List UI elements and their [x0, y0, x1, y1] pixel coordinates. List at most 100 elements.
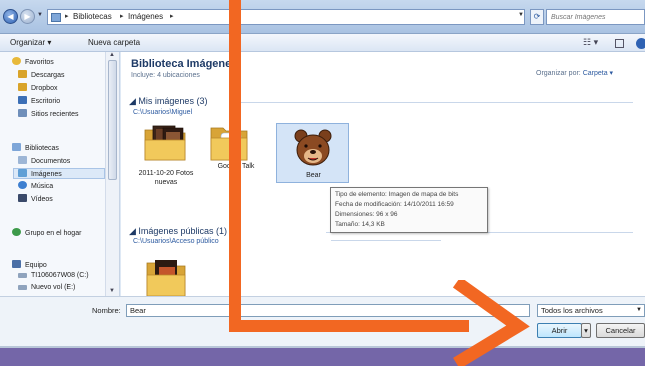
- sidebar-item-escritorio[interactable]: Escritorio: [18, 96, 60, 107]
- breadcrumb-bibliotecas[interactable]: Bibliotecas: [73, 12, 112, 21]
- breadcrumb-separator-icon[interactable]: ▸: [170, 12, 174, 20]
- tooltip-type: Tipo de elemento: Imagen de mapa de bits: [335, 191, 459, 198]
- download-folder-icon: [18, 70, 27, 78]
- sidebar-item-documentos[interactable]: Documentos: [18, 156, 70, 167]
- sidebar-item-label: Nuevo vol (E:): [31, 284, 76, 291]
- sidebar-item-label: Documentos: [31, 158, 71, 165]
- address-field[interactable]: ▸ Bibliotecas ▸ Imágenes ▸: [47, 9, 525, 25]
- organize-label: Organizar: [10, 38, 46, 47]
- group-name: Mis imágenes (3): [138, 96, 208, 106]
- sidebar-item-label: Favoritos: [25, 59, 54, 66]
- file-type-filter[interactable]: Todos los archivos ▼: [537, 304, 645, 317]
- arrange-by-dropdown[interactable]: Carpeta ▾: [583, 70, 613, 77]
- sidebar-item-sitios-recientes[interactable]: Sitios recientes: [18, 109, 78, 120]
- sidebar-item-drive-e[interactable]: Nuevo vol (E:): [18, 284, 75, 295]
- open-options-dropdown-icon[interactable]: ▾: [581, 323, 591, 338]
- library-locations-link[interactable]: Incluye: 4 ubicaciones: [131, 72, 200, 79]
- annotation-bar-horizontal: [229, 320, 469, 332]
- sidebar-item-label: Música: [31, 183, 54, 190]
- group-divider: [331, 240, 441, 241]
- navigation-pane: Favoritos Descargas Dropbox Escritorio S…: [0, 52, 120, 296]
- address-bar-area: ◀ ▶ ▼ ▸ Bibliotecas ▸ Imágenes ▸ ▼ ⟳: [0, 0, 645, 34]
- pictures-icon: [18, 169, 27, 177]
- sidebar-item-favoritos[interactable]: Favoritos: [12, 57, 54, 68]
- group-header-imagenes-publicas[interactable]: ◢ Imágenes públicas (1): [129, 226, 227, 237]
- sidebar-item-label: Equipo: [25, 262, 47, 269]
- sidebar-item-label: TI106067W08 (C:): [31, 272, 89, 279]
- computer-icon: [12, 260, 21, 268]
- help-icon[interactable]: [636, 38, 645, 49]
- breadcrumb-separator-icon[interactable]: ▸: [65, 12, 69, 20]
- drive-icon: [18, 273, 27, 278]
- bear-image-item[interactable]: Bear: [276, 123, 349, 183]
- tooltip-modified: Fecha de modificación: 14/10/2011 16:59: [335, 201, 454, 208]
- sidebar-item-musica[interactable]: Música: [18, 181, 53, 192]
- sidebar-scrollbar[interactable]: ▲ ▼: [105, 52, 119, 296]
- sidebar-item-label: Descargas: [31, 72, 65, 79]
- recent-places-icon: [18, 109, 27, 117]
- videos-icon: [18, 194, 27, 202]
- group-name: Imágenes públicas (1): [138, 226, 227, 236]
- sidebar-item-descargas[interactable]: Descargas: [18, 70, 64, 81]
- address-dropdown-icon[interactable]: ▼: [518, 12, 524, 18]
- photo-folder-icon[interactable]: [143, 124, 187, 162]
- open-file-dialog: ◀ ▶ ▼ ▸ Bibliotecas ▸ Imágenes ▸ ▼ ⟳ Org…: [0, 0, 645, 348]
- arrange-by-label: Organizar por:: [536, 70, 581, 77]
- scroll-down-icon[interactable]: ▼: [109, 288, 115, 294]
- homegroup-icon: [12, 228, 21, 236]
- group-header-mis-imagenes[interactable]: ◢ Mis imágenes (3): [129, 96, 207, 107]
- sidebar-item-imagenes[interactable]: Imágenes: [13, 168, 105, 179]
- organize-button[interactable]: Organizar ▾: [10, 38, 51, 47]
- command-bar: Organizar ▾ Nueva carpeta ☷ ▾: [0, 34, 645, 52]
- sidebar-item-grupo-hogar[interactable]: Grupo en el hogar: [12, 228, 81, 239]
- photo-folder-icon[interactable]: [145, 257, 187, 297]
- cancel-button[interactable]: Cancelar: [596, 323, 645, 338]
- breadcrumb-separator-icon[interactable]: ▸: [120, 12, 124, 20]
- desktop-icon: [18, 96, 27, 104]
- group-path-link[interactable]: C:\Usuarios\Miguel: [133, 109, 192, 116]
- file-type-filter-value: Todos los archivos: [541, 306, 603, 315]
- filename-label: Nombre:: [92, 306, 121, 315]
- forward-button[interactable]: ▶: [20, 9, 35, 24]
- bear-image-icon: [294, 129, 332, 166]
- library-icon: [12, 143, 21, 151]
- back-button[interactable]: ◀: [3, 9, 18, 24]
- breadcrumb-imagenes[interactable]: Imágenes: [128, 12, 163, 21]
- documents-icon: [18, 156, 27, 164]
- search-input[interactable]: [547, 10, 642, 24]
- music-icon: [18, 181, 27, 189]
- scroll-up-icon[interactable]: ▲: [109, 52, 115, 58]
- library-icon: [51, 13, 61, 22]
- sidebar-item-bibliotecas[interactable]: Bibliotecas: [12, 143, 59, 154]
- star-icon: [12, 57, 21, 65]
- sidebar-item-dropbox[interactable]: Dropbox: [18, 83, 57, 94]
- file-label[interactable]: 2011-10-20 Fotos nuevas: [127, 169, 205, 187]
- file-label: Bear: [306, 172, 321, 179]
- group-path-link[interactable]: C:\Usuarios\Acceso público: [133, 238, 219, 245]
- chevron-down-icon[interactable]: ▼: [636, 305, 642, 316]
- sidebar-item-label: Dropbox: [31, 85, 58, 92]
- sidebar-item-label: Grupo en el hogar: [25, 230, 82, 237]
- arrange-by: Organizar por: Carpeta ▾: [536, 69, 613, 77]
- annotation-arrow-icon: [452, 280, 530, 366]
- change-view-icon[interactable]: ☷ ▾: [583, 37, 598, 48]
- sidebar-item-label: Sitios recientes: [31, 111, 79, 118]
- sidebar-item-label: Vídeos: [31, 196, 53, 203]
- scrollbar-thumb[interactable]: [108, 60, 117, 180]
- recent-pages-dropdown-icon[interactable]: ▼: [37, 12, 43, 18]
- file-info-tooltip: Tipo de elemento: Imagen de mapa de bits…: [330, 187, 488, 233]
- open-button[interactable]: Abrir: [537, 323, 582, 338]
- annotation-bar-vertical: [229, 0, 241, 332]
- group-divider: [233, 102, 633, 103]
- sidebar-item-equipo[interactable]: Equipo: [12, 260, 47, 271]
- preview-pane-icon[interactable]: [615, 39, 624, 48]
- sidebar-item-drive-c[interactable]: TI106067W08 (C:): [18, 272, 89, 283]
- arrange-by-value: Carpeta: [582, 70, 608, 77]
- sidebar-item-label: Escritorio: [31, 98, 61, 105]
- refresh-button[interactable]: ⟳: [530, 9, 544, 25]
- dropbox-folder-icon: [18, 83, 27, 91]
- drive-icon: [18, 285, 27, 290]
- new-folder-button[interactable]: Nueva carpeta: [88, 38, 140, 47]
- search-box[interactable]: [546, 9, 645, 25]
- sidebar-item-videos[interactable]: Vídeos: [18, 194, 53, 205]
